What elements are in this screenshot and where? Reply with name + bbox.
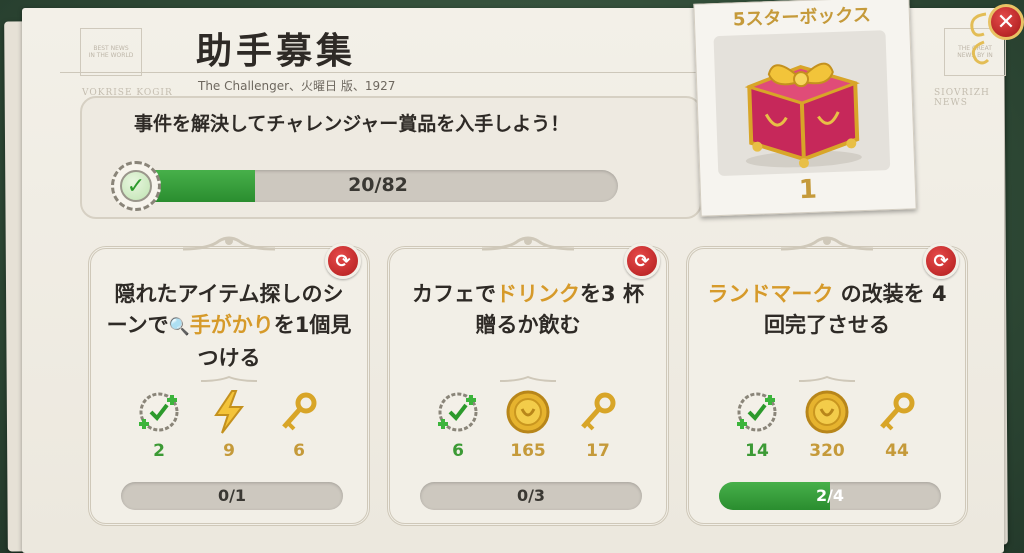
- case-check-icon: [734, 389, 780, 435]
- reward-list: 6 165 17: [390, 389, 666, 461]
- divider-ornament-icon: [200, 375, 258, 382]
- refresh-button[interactable]: ⟳: [325, 243, 361, 279]
- reward-item: 2: [133, 389, 185, 461]
- ghost-word-right: SIOVRIZH NEWS: [934, 88, 990, 108]
- reward-value: 9: [223, 441, 235, 461]
- treasure-chest-icon: [713, 30, 891, 177]
- main-challenge-text: 事件を解決してチャレンジャー賞品を入手しよう！: [134, 113, 570, 135]
- key-icon: [874, 389, 920, 435]
- reward-item: 165: [502, 389, 554, 461]
- task-progress-bar: 0/3: [420, 482, 642, 510]
- reward-value: 44: [885, 441, 909, 461]
- gold-coin-icon: [804, 389, 850, 435]
- key-icon: [575, 389, 621, 435]
- task-card-2[interactable]: ⟳ カフェでドリンクを3 杯贈るか飲む 6 165 17 0/3: [387, 236, 669, 526]
- energy-bolt-icon: [206, 389, 252, 435]
- reward-item: 17: [572, 389, 624, 461]
- reward-value: 14: [745, 441, 769, 461]
- reward-value: 320: [809, 441, 845, 461]
- task-text: ランドマーク の改装を 4 回完了させる: [707, 282, 947, 337]
- reward-value: 165: [510, 441, 546, 461]
- card-ornament-icon: [481, 236, 575, 251]
- task-progress-bar: 0/1: [121, 482, 343, 510]
- task-progress-label: 0/1: [217, 486, 247, 505]
- card-ornament-icon: [780, 236, 874, 251]
- task-text: 隠れたアイテム探しのシーンで🔍手がかりを1個見つける: [106, 282, 352, 370]
- main-progress-label: 20/82: [348, 174, 408, 196]
- card-ornament-icon: [182, 236, 276, 251]
- header-rule: [60, 72, 700, 73]
- task-progress-label: 2/4: [815, 486, 845, 505]
- close-button[interactable]: ✕: [988, 4, 1024, 40]
- reward-item: 44: [871, 389, 923, 461]
- refresh-button[interactable]: ⟳: [923, 243, 959, 279]
- task-progress-label: 0/3: [516, 486, 546, 505]
- reward-value: 17: [586, 441, 610, 461]
- prize-card[interactable]: 5スターボックス 1: [693, 0, 917, 217]
- divider-ornament-icon: [798, 375, 856, 382]
- reward-item: 9: [203, 389, 255, 461]
- reward-value: 6: [293, 441, 305, 461]
- page-title: 助手募集: [196, 31, 357, 72]
- task-progress-bar: 2/4: [719, 482, 941, 510]
- reward-value: 6: [452, 441, 464, 461]
- case-check-icon: [136, 389, 182, 435]
- key-icon: [276, 389, 322, 435]
- masthead-stamp-left: BEST NEWS IN THE WORLD: [80, 28, 142, 76]
- page-subtitle: The Challenger、火曜日 版、1927: [198, 79, 396, 93]
- task-card-1[interactable]: ⟳ 隠れたアイテム探しのシーンで🔍手がかりを1個見つける 2 9 6 0/1: [88, 236, 370, 526]
- prize-title: 5スターボックス: [732, 4, 872, 31]
- divider-ornament-icon: [499, 375, 557, 382]
- reward-list: 14 320 44: [689, 389, 965, 461]
- reward-list: 2 9 6: [91, 389, 367, 461]
- refresh-button[interactable]: ⟳: [624, 243, 660, 279]
- case-check-icon: [435, 389, 481, 435]
- main-progress-bar: 20/82: [138, 170, 618, 202]
- task-card-3[interactable]: ⟳ ランドマーク の改装を 4 回完了させる 14 320 44 2/4: [686, 236, 968, 526]
- reward-item: 6: [432, 389, 484, 461]
- reward-value: 2: [153, 441, 165, 461]
- reward-item: 14: [731, 389, 783, 461]
- reward-item: 6: [273, 389, 325, 461]
- task-text: カフェでドリンクを3 杯贈るか飲む: [412, 282, 644, 337]
- gold-coin-icon: [505, 389, 551, 435]
- reward-item: 320: [801, 389, 853, 461]
- check-badge-icon: ✓: [111, 161, 161, 211]
- magnifier-icon: 🔍: [168, 317, 190, 337]
- prize-count: 1: [798, 174, 818, 206]
